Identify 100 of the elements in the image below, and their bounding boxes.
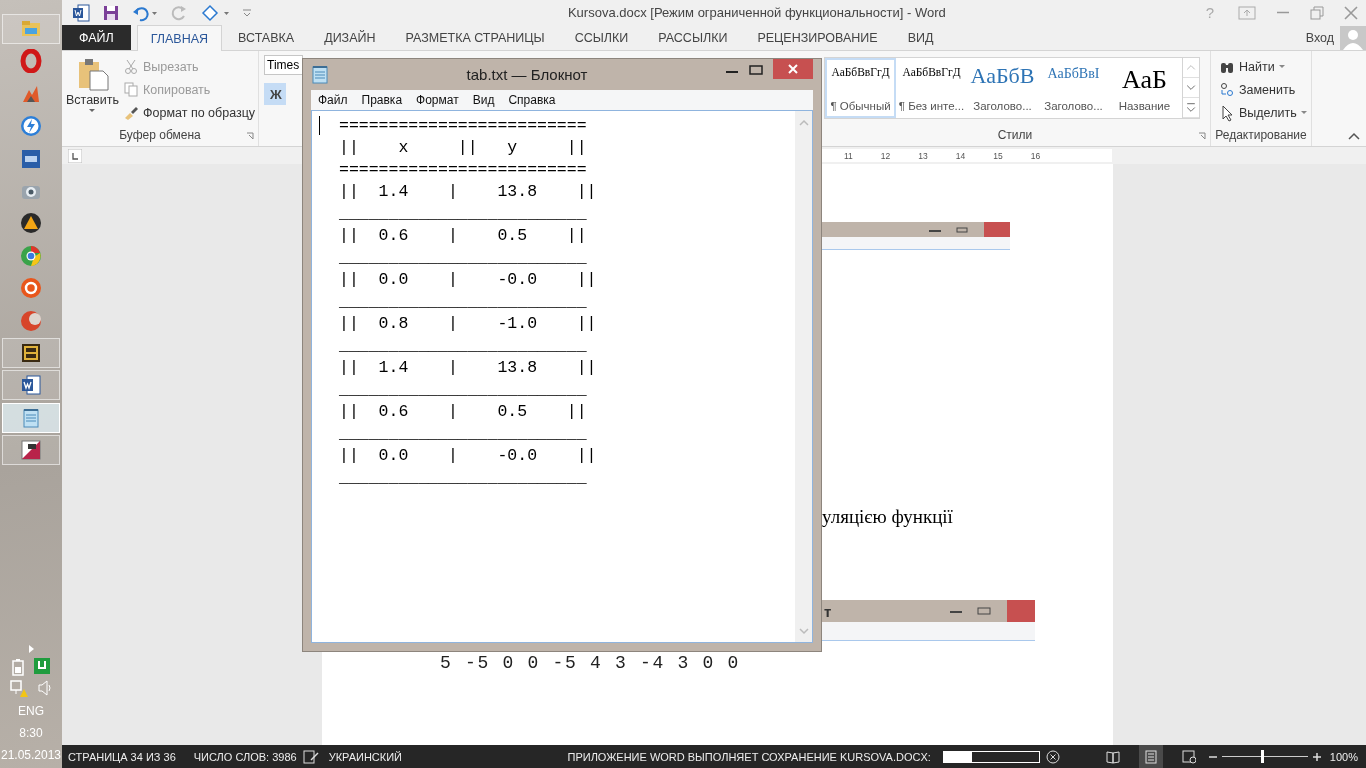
ruler-number: 12 bbox=[880, 150, 891, 161]
style-item[interactable]: АаБбВвГгД ¶ Без инте... bbox=[896, 58, 967, 118]
caret-icon bbox=[1300, 111, 1309, 115]
text-line: || 0.6 | 0.5 || bbox=[339, 225, 588, 247]
group-title: Стили bbox=[997, 128, 1033, 142]
console-output: 5 -5 0 0 -5 4 3 -4 3 0 0 bbox=[440, 653, 742, 673]
text-line: ========================= bbox=[339, 115, 588, 137]
style-item[interactable]: АаБ Название bbox=[1109, 58, 1180, 118]
web-layout-icon bbox=[1181, 748, 1196, 765]
ribbon-tab[interactable]: РАССЫЛКИ bbox=[644, 25, 742, 50]
speaker-icon bbox=[38, 680, 52, 696]
ribbon-command[interactable]: Выделить bbox=[1217, 103, 1311, 123]
maximize-icon bbox=[749, 65, 763, 75]
ribbon-tab[interactable]: ВСТАВКА bbox=[224, 25, 309, 50]
collapse-icon bbox=[1348, 132, 1360, 140]
battery-icon bbox=[12, 658, 24, 676]
cursor-icon bbox=[1219, 104, 1235, 122]
window-title: tab.txt — Блокнот bbox=[465, 65, 589, 83]
menu-item[interactable]: Вид bbox=[465, 93, 502, 107]
taskbar-button[interactable] bbox=[2, 370, 60, 401]
text-line: || 1.4 | 13.8 || bbox=[339, 181, 598, 203]
menu-item[interactable]: Формат bbox=[409, 93, 466, 107]
text-line: _________________________ bbox=[339, 247, 588, 269]
ruler-number: 13 bbox=[918, 150, 928, 161]
redo-icon bbox=[170, 3, 188, 22]
brush-icon bbox=[123, 104, 139, 122]
bold-button[interactable]: Ж bbox=[264, 83, 286, 105]
text-line: || 0.0 | -0.0 || bbox=[339, 269, 598, 291]
taskbar-button[interactable] bbox=[2, 435, 60, 466]
scroll-down-icon bbox=[797, 626, 810, 636]
paste-button[interactable]: Вставить bbox=[66, 55, 119, 128]
style-item[interactable]: АаБбВ Заголово... bbox=[967, 58, 1038, 118]
menu-item[interactable]: Справка bbox=[501, 93, 563, 107]
style-item[interactable]: АаБбВвI Заголово... bbox=[1038, 58, 1109, 118]
text-line: || 0.0 | -0.0 || bbox=[339, 445, 598, 467]
ribbon-command[interactable]: Формат по образцу bbox=[121, 103, 258, 123]
text-line: || 0.6 | 0.5 || bbox=[339, 401, 588, 423]
clock-date: 21.05.2013 bbox=[0, 747, 62, 764]
ribbon-tab[interactable]: ГЛАВНАЯ bbox=[136, 25, 223, 51]
style-item[interactable]: АаБбВвГгД ¶ Обычный bbox=[825, 58, 896, 118]
caret-icon bbox=[88, 109, 97, 113]
close-button[interactable] bbox=[773, 59, 813, 79]
ribbon-tab[interactable]: РАЗМЕТКА СТРАНИЦЫ bbox=[391, 25, 559, 50]
sign-in-link[interactable]: Вход bbox=[1305, 30, 1334, 45]
ribbon-command[interactable]: Заменить bbox=[1217, 80, 1311, 100]
taskbar-button[interactable] bbox=[2, 337, 60, 368]
window-title: Kursova.docx [Режим ограниченной функциональности] - Word bbox=[566, 5, 947, 20]
text-cursor bbox=[319, 116, 320, 135]
chevron-icon bbox=[26, 644, 36, 654]
page-count[interactable]: СТРАНИЦА 34 ИЗ 36 bbox=[62, 750, 182, 763]
tab-stop-icon bbox=[68, 148, 82, 163]
maximize-icon bbox=[956, 226, 968, 233]
ruler-number: 11 bbox=[844, 150, 853, 161]
document-icon bbox=[72, 3, 90, 22]
zoom-in-icon bbox=[1311, 751, 1322, 762]
ribbon-tab[interactable]: ВИД bbox=[893, 25, 948, 50]
caret-icon bbox=[1278, 65, 1287, 69]
crescent-icon bbox=[19, 308, 43, 333]
group-title: Буфер обмена bbox=[119, 128, 201, 142]
word-count[interactable]: ЧИСЛО СЛОВ: 3986 bbox=[181, 750, 303, 763]
ruler-number: 14 bbox=[955, 150, 966, 161]
font-name-field[interactable]: Times bbox=[264, 55, 303, 75]
ring-icon bbox=[19, 49, 43, 74]
maximize-button[interactable] bbox=[749, 63, 763, 78]
embedded-window-title: т bbox=[823, 602, 832, 620]
scissors-icon bbox=[123, 58, 139, 76]
wheel-icon bbox=[19, 243, 43, 268]
ribbon-tab[interactable]: ССЫЛКИ bbox=[560, 25, 643, 50]
app-icon bbox=[19, 438, 43, 463]
language-status[interactable]: УКРАИНСКИЙ bbox=[318, 750, 409, 763]
text-line: _________________________ bbox=[339, 379, 588, 401]
close-icon bbox=[787, 63, 799, 75]
ribbon-command[interactable]: Найти bbox=[1217, 57, 1311, 77]
group-title: Редактирование bbox=[1215, 128, 1307, 142]
ruler-number: 15 bbox=[993, 150, 1003, 161]
page-layout-icon bbox=[1143, 748, 1158, 765]
text-line: _________________________ bbox=[339, 203, 588, 225]
save-status: ПРИЛОЖЕНИЕ WORD ВЫПОЛНЯЕТ СОХРАНЕНИЕ KURSOVA.DOCX: bbox=[566, 750, 932, 763]
text-line: || 1.4 | 13.8 || bbox=[339, 357, 598, 379]
scroll-up-icon bbox=[797, 117, 810, 127]
copy-icon bbox=[123, 81, 139, 99]
ribbon-tab[interactable]: ФАЙЛ bbox=[62, 25, 131, 50]
book-icon bbox=[1105, 748, 1120, 765]
customize-icon bbox=[242, 8, 252, 17]
lightning-icon bbox=[19, 114, 43, 139]
ribbon-tab[interactable]: РЕЦЕНЗИРОВАНИЕ bbox=[743, 25, 892, 50]
zoom-thumb[interactable] bbox=[1261, 750, 1265, 763]
view-button[interactable] bbox=[1138, 745, 1163, 768]
menu-item[interactable]: Правка bbox=[354, 93, 410, 107]
text-line: _________________________ bbox=[339, 335, 588, 357]
ribbon-tab[interactable]: ДИЗАЙН bbox=[310, 25, 390, 50]
minimize-icon bbox=[949, 608, 963, 614]
network-warning-icon bbox=[10, 680, 28, 698]
ruler[interactable]: 11 12 13 14 15 16 bbox=[822, 149, 1112, 162]
menu-item[interactable]: Файл bbox=[311, 93, 355, 107]
ruler-number: 16 bbox=[1030, 150, 1041, 161]
clock-time: 8:30 bbox=[19, 725, 43, 742]
text-line: || x || y || bbox=[339, 137, 588, 159]
dialog-launcher-icon bbox=[246, 132, 254, 140]
zoom-level[interactable]: 100% bbox=[1321, 750, 1366, 763]
